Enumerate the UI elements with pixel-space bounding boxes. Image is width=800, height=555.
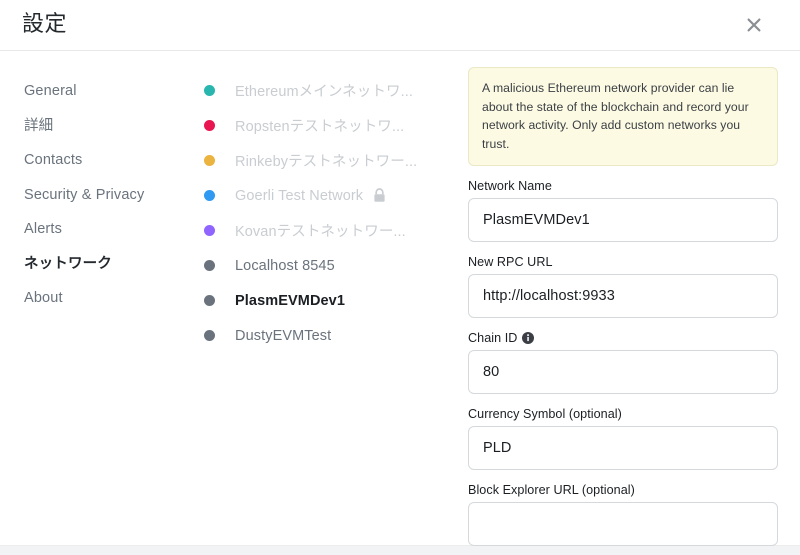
network-item-ropsten[interactable]: Ropstenテストネットワ...	[204, 108, 460, 143]
page-title: 設定	[22, 11, 68, 36]
network-item-label: Goerli Test Network	[235, 187, 364, 204]
chain-id-input[interactable]	[468, 350, 778, 395]
rpc-url-label-text: New RPC URL	[468, 255, 553, 270]
network-color-dot	[204, 120, 215, 131]
network-color-dot	[204, 330, 215, 341]
chain-id-label: Chain ID	[468, 331, 778, 345]
settings-window: 設定 General 詳細 Contacts Security & Privac…	[0, 0, 800, 555]
close-icon[interactable]	[739, 10, 769, 40]
currency-symbol-label: Currency Symbol (optional)	[468, 407, 778, 421]
block-explorer-input[interactable]	[468, 502, 778, 547]
network-name-label: Network Name	[468, 179, 778, 193]
network-item-label: Ethereumメインネットワ...	[235, 84, 413, 100]
network-name-label-text: Network Name	[468, 179, 552, 194]
window-bottom-strip	[0, 546, 800, 555]
network-item-kovan[interactable]: Kovanテストネットワー...	[204, 213, 460, 248]
network-item-label: Rinkebyテストネットワー...	[235, 154, 418, 170]
sidebar-item-about[interactable]: About	[24, 281, 196, 316]
lock-icon	[373, 188, 386, 203]
network-item-label: Localhost 8545	[235, 257, 335, 274]
network-item-label: Kovanテストネットワー...	[235, 224, 406, 240]
network-item-ethereum-mainnet[interactable]: Ethereumメインネットワ...	[204, 73, 460, 108]
network-item-label: PlasmEVMDev1	[235, 292, 346, 309]
network-item-rinkeby[interactable]: Rinkebyテストネットワー...	[204, 143, 460, 178]
malicious-network-warning: A malicious Ethereum network provider ca…	[468, 67, 778, 167]
sidebar-item-general[interactable]: General	[24, 74, 196, 109]
network-list: Ethereumメインネットワ... Ropstenテストネットワ... Rin…	[196, 51, 460, 545]
block-explorer-label: Block Explorer URL (optional)	[468, 483, 778, 497]
network-item-label: DustyEVMTest	[235, 327, 332, 344]
currency-symbol-input[interactable]	[468, 426, 778, 471]
network-color-dot	[204, 155, 215, 166]
settings-sidebar: General 詳細 Contacts Security & Privacy A…	[0, 51, 196, 545]
network-color-dot	[204, 225, 215, 236]
sidebar-item-alerts[interactable]: Alerts	[24, 212, 196, 247]
sidebar-item-advanced[interactable]: 詳細	[24, 109, 196, 144]
chain-id-label-text: Chain ID	[468, 331, 518, 346]
network-item-goerli[interactable]: Goerli Test Network	[204, 178, 460, 213]
network-color-dot	[204, 260, 215, 271]
network-item-localhost-8545[interactable]: Localhost 8545	[204, 248, 460, 283]
sidebar-item-contacts[interactable]: Contacts	[24, 143, 196, 178]
info-icon[interactable]	[522, 332, 535, 345]
network-item-plasmevmdev1[interactable]: PlasmEVMDev1	[204, 283, 460, 318]
network-name-input[interactable]	[468, 198, 778, 243]
network-form: A malicious Ethereum network provider ca…	[460, 51, 800, 547]
rpc-url-input[interactable]	[468, 274, 778, 319]
network-color-dot	[204, 190, 215, 201]
network-item-dustyevmtest[interactable]: DustyEVMTest	[204, 318, 460, 353]
network-item-label: Ropstenテストネットワ...	[235, 119, 405, 135]
block-explorer-label-text: Block Explorer URL (optional)	[468, 483, 635, 498]
settings-header: 設定	[0, 0, 800, 51]
settings-body: General 詳細 Contacts Security & Privacy A…	[0, 51, 800, 547]
network-color-dot	[204, 85, 215, 96]
sidebar-item-networks[interactable]: ネットワーク	[24, 247, 196, 282]
network-color-dot	[204, 295, 215, 306]
sidebar-item-security-privacy[interactable]: Security & Privacy	[24, 178, 196, 213]
currency-symbol-label-text: Currency Symbol (optional)	[468, 407, 622, 422]
rpc-url-label: New RPC URL	[468, 255, 778, 269]
